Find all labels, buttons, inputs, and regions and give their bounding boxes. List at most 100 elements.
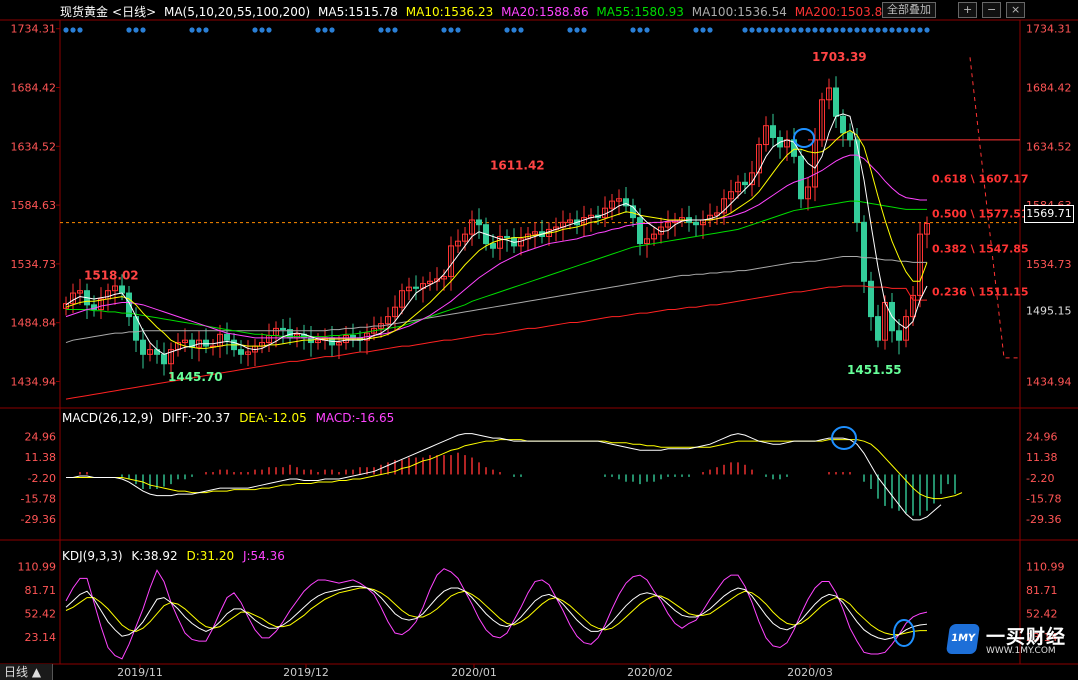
kdj-params: KDJ(9,3,3) [62, 549, 123, 563]
price-y-tick-left: 1684.42 [11, 81, 57, 94]
x-tick-label: 2019/12 [283, 666, 329, 679]
signal-dot [189, 27, 195, 33]
signal-dot [329, 27, 335, 33]
ma5-line [65, 113, 928, 355]
macd-y-tick-left: -15.78 [21, 492, 56, 505]
macd-dea-line [66, 439, 963, 500]
candle-body [840, 115, 846, 134]
macd-value: MACD:-16.65 [315, 411, 395, 425]
zoom-out-button[interactable]: − [982, 2, 1002, 18]
macd-diff-line [66, 433, 942, 521]
kdj-d-line [65, 587, 927, 636]
kdj-y-tick-right: 110.99 [1026, 560, 1065, 573]
period-tab-label: 日线 [4, 665, 29, 679]
kdj-y-tick-left: 52.42 [25, 607, 57, 620]
signal-dot [854, 27, 860, 33]
macd-params: MACD(26,12,9) [62, 411, 154, 425]
signal-dot [259, 27, 265, 33]
logo-name: 一买财经 [986, 626, 1067, 648]
ma55-line [66, 200, 927, 338]
macd-y-tick-right: 11.38 [1026, 451, 1058, 464]
price-annotation: 1451.55 [847, 363, 902, 377]
price-y-tick-right: 1684.42 [1026, 81, 1072, 94]
signal-dot [896, 27, 902, 33]
candle-body [161, 353, 167, 365]
signal-dot [742, 27, 748, 33]
signal-dot [791, 27, 797, 33]
candle-body [476, 219, 482, 226]
signal-dot [77, 27, 83, 33]
macd-y-tick-left: 11.38 [25, 451, 57, 464]
signal-dot [252, 27, 258, 33]
kdj-j-line [65, 568, 928, 660]
x-tick-label: 2020/01 [451, 666, 497, 679]
kdj-k: K:38.92 [131, 549, 178, 563]
signal-dot [840, 27, 846, 33]
candle-body [693, 221, 699, 226]
signal-dot [581, 27, 587, 33]
candle-body [224, 333, 230, 341]
fib-level-label: 0.618 \ 1607.17 [932, 173, 1029, 186]
macd-dea: DEA:-12.05 [239, 411, 307, 425]
price-header: 现货黄金 <日线> MA(5,10,20,55,100,200) MA5:1515… [60, 3, 886, 19]
period-label[interactable]: <日线> [112, 5, 156, 19]
kdj-y-tick-right: 81.71 [1026, 584, 1058, 597]
chart-canvas: 0.618 \ 1607.17 0.500 \ 1577.51 0.382 \ 15… [0, 19, 1078, 679]
signal-dot [812, 27, 818, 33]
signal-dot [707, 27, 713, 33]
signal-dot [693, 27, 699, 33]
candle-body [896, 330, 902, 341]
period-tab[interactable]: 日线 ▲ [0, 664, 53, 680]
signal-dot [140, 27, 146, 33]
logo-url: WWW.1MY.COM [986, 646, 1056, 656]
ma20-line [65, 154, 927, 339]
candle-body [203, 339, 209, 347]
ma200-value: MA200:1503.8 [794, 5, 883, 19]
macd-header: MACD(26,12,9) DIFF:-20.37 DEA:-12.05 MAC… [62, 411, 399, 425]
fib-level-label: 0.236 \ 1511.15 [932, 286, 1029, 299]
fib-level-label: 0.500 \ 1577.51 [932, 207, 1029, 220]
signal-dot [917, 27, 923, 33]
price-panel: 0.618 \ 1607.17 0.500 \ 1577.51 0.382 \ 15… [60, 27, 1029, 400]
candle-body [490, 243, 496, 249]
signal-dot [763, 27, 769, 33]
macd-y-tick-left: -29.36 [21, 513, 56, 526]
candle-body [847, 132, 853, 141]
overlay-button[interactable]: 全部叠加 [882, 2, 936, 18]
signal-dot [889, 27, 895, 33]
signal-dot [644, 27, 650, 33]
candle-body [637, 217, 643, 245]
signal-dot [868, 27, 874, 33]
candle-body [742, 181, 748, 186]
macd-y-tick-left: 24.96 [25, 431, 57, 444]
x-tick-label: 2020/03 [787, 666, 833, 679]
price-y-tick-left: 1534.73 [11, 258, 57, 271]
candle-body [833, 87, 839, 117]
candle-body [770, 125, 776, 138]
symbol-name: 现货黄金 [60, 5, 109, 19]
signal-dot [924, 27, 930, 33]
price-y-tick-left: 1634.52 [11, 140, 57, 153]
signal-dot [203, 27, 209, 33]
close-button[interactable]: × [1006, 2, 1026, 18]
zoom-in-button[interactable]: + [958, 2, 978, 18]
candle-body [861, 221, 867, 282]
price-y-tick-right: 1534.73 [1026, 258, 1072, 271]
signal-dot [770, 27, 776, 33]
signal-dot [903, 27, 909, 33]
ma-params: MA(5,10,20,55,100,200) [163, 5, 311, 19]
signal-dot [392, 27, 398, 33]
fib-level-label: 0.382 \ 1547.85 [932, 242, 1029, 255]
signal-dot [875, 27, 881, 33]
chart-grid [0, 19, 1078, 668]
signal-dot [133, 27, 139, 33]
macd-y-tick-right: 24.96 [1026, 431, 1058, 444]
signal-dot [448, 27, 454, 33]
signal-dot [385, 27, 391, 33]
signal-dot [266, 27, 272, 33]
price-annotation: 1518.02 [84, 269, 139, 283]
kdj-y-tick-left: 23.14 [25, 631, 57, 644]
macd-panel [66, 426, 963, 521]
signal-dot [630, 27, 636, 33]
signal-dot [511, 27, 517, 33]
